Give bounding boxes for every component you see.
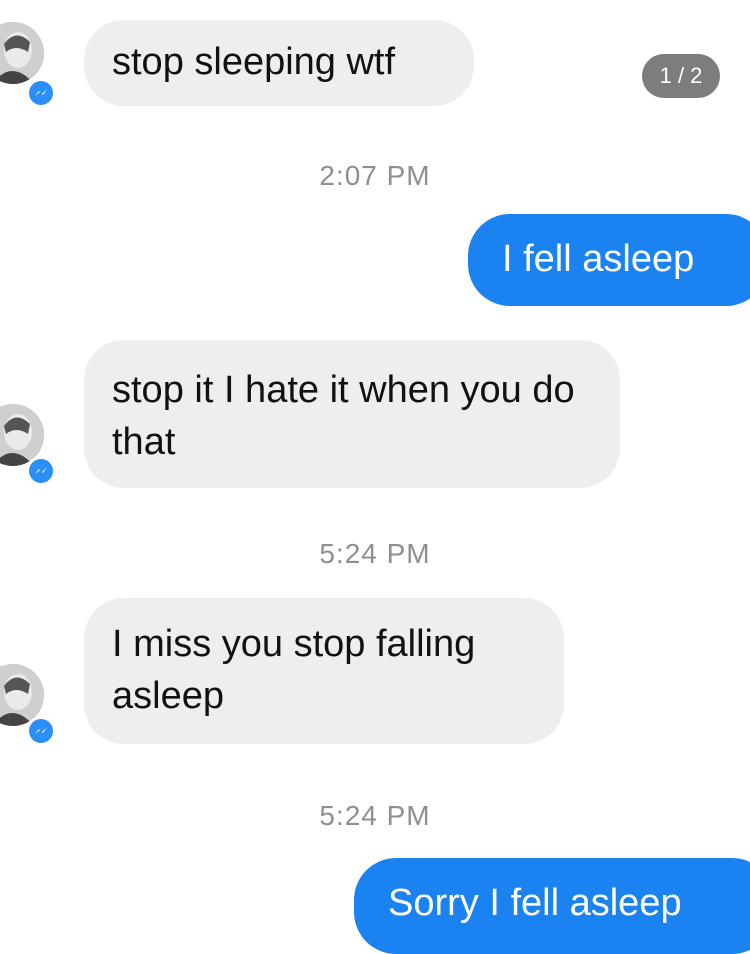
- outgoing-message[interactable]: I fell asleep: [468, 214, 750, 306]
- contact-avatar[interactable]: [0, 22, 44, 84]
- incoming-message[interactable]: stop sleeping wtf: [84, 20, 474, 106]
- message-text: Sorry I fell asleep: [388, 882, 682, 924]
- messenger-badge: [26, 456, 56, 486]
- image-counter: 1 / 2: [642, 54, 720, 98]
- incoming-message[interactable]: stop it I hate it when you do that: [84, 340, 620, 488]
- messenger-icon: [29, 719, 53, 743]
- timestamp: 5:24 PM: [319, 800, 431, 831]
- timestamp: 2:07 PM: [319, 160, 431, 191]
- message-text: stop sleeping wtf: [112, 41, 396, 83]
- message-text: stop it I hate it when you do that: [112, 369, 575, 463]
- messenger-icon: [29, 81, 53, 105]
- message-text: I miss you stop falling asleep: [112, 623, 476, 717]
- messenger-badge: [26, 716, 56, 746]
- messenger-badge: [26, 78, 56, 108]
- messenger-icon: [29, 459, 53, 483]
- message-text: I fell asleep: [502, 238, 695, 280]
- outgoing-message[interactable]: Sorry I fell asleep: [354, 858, 750, 954]
- incoming-message[interactable]: I miss you stop falling asleep: [84, 598, 564, 744]
- timestamp: 5:24 PM: [319, 538, 431, 569]
- message-thread[interactable]: stop sleeping wtf 1 / 2 2:07 PM I fell a…: [0, 0, 750, 954]
